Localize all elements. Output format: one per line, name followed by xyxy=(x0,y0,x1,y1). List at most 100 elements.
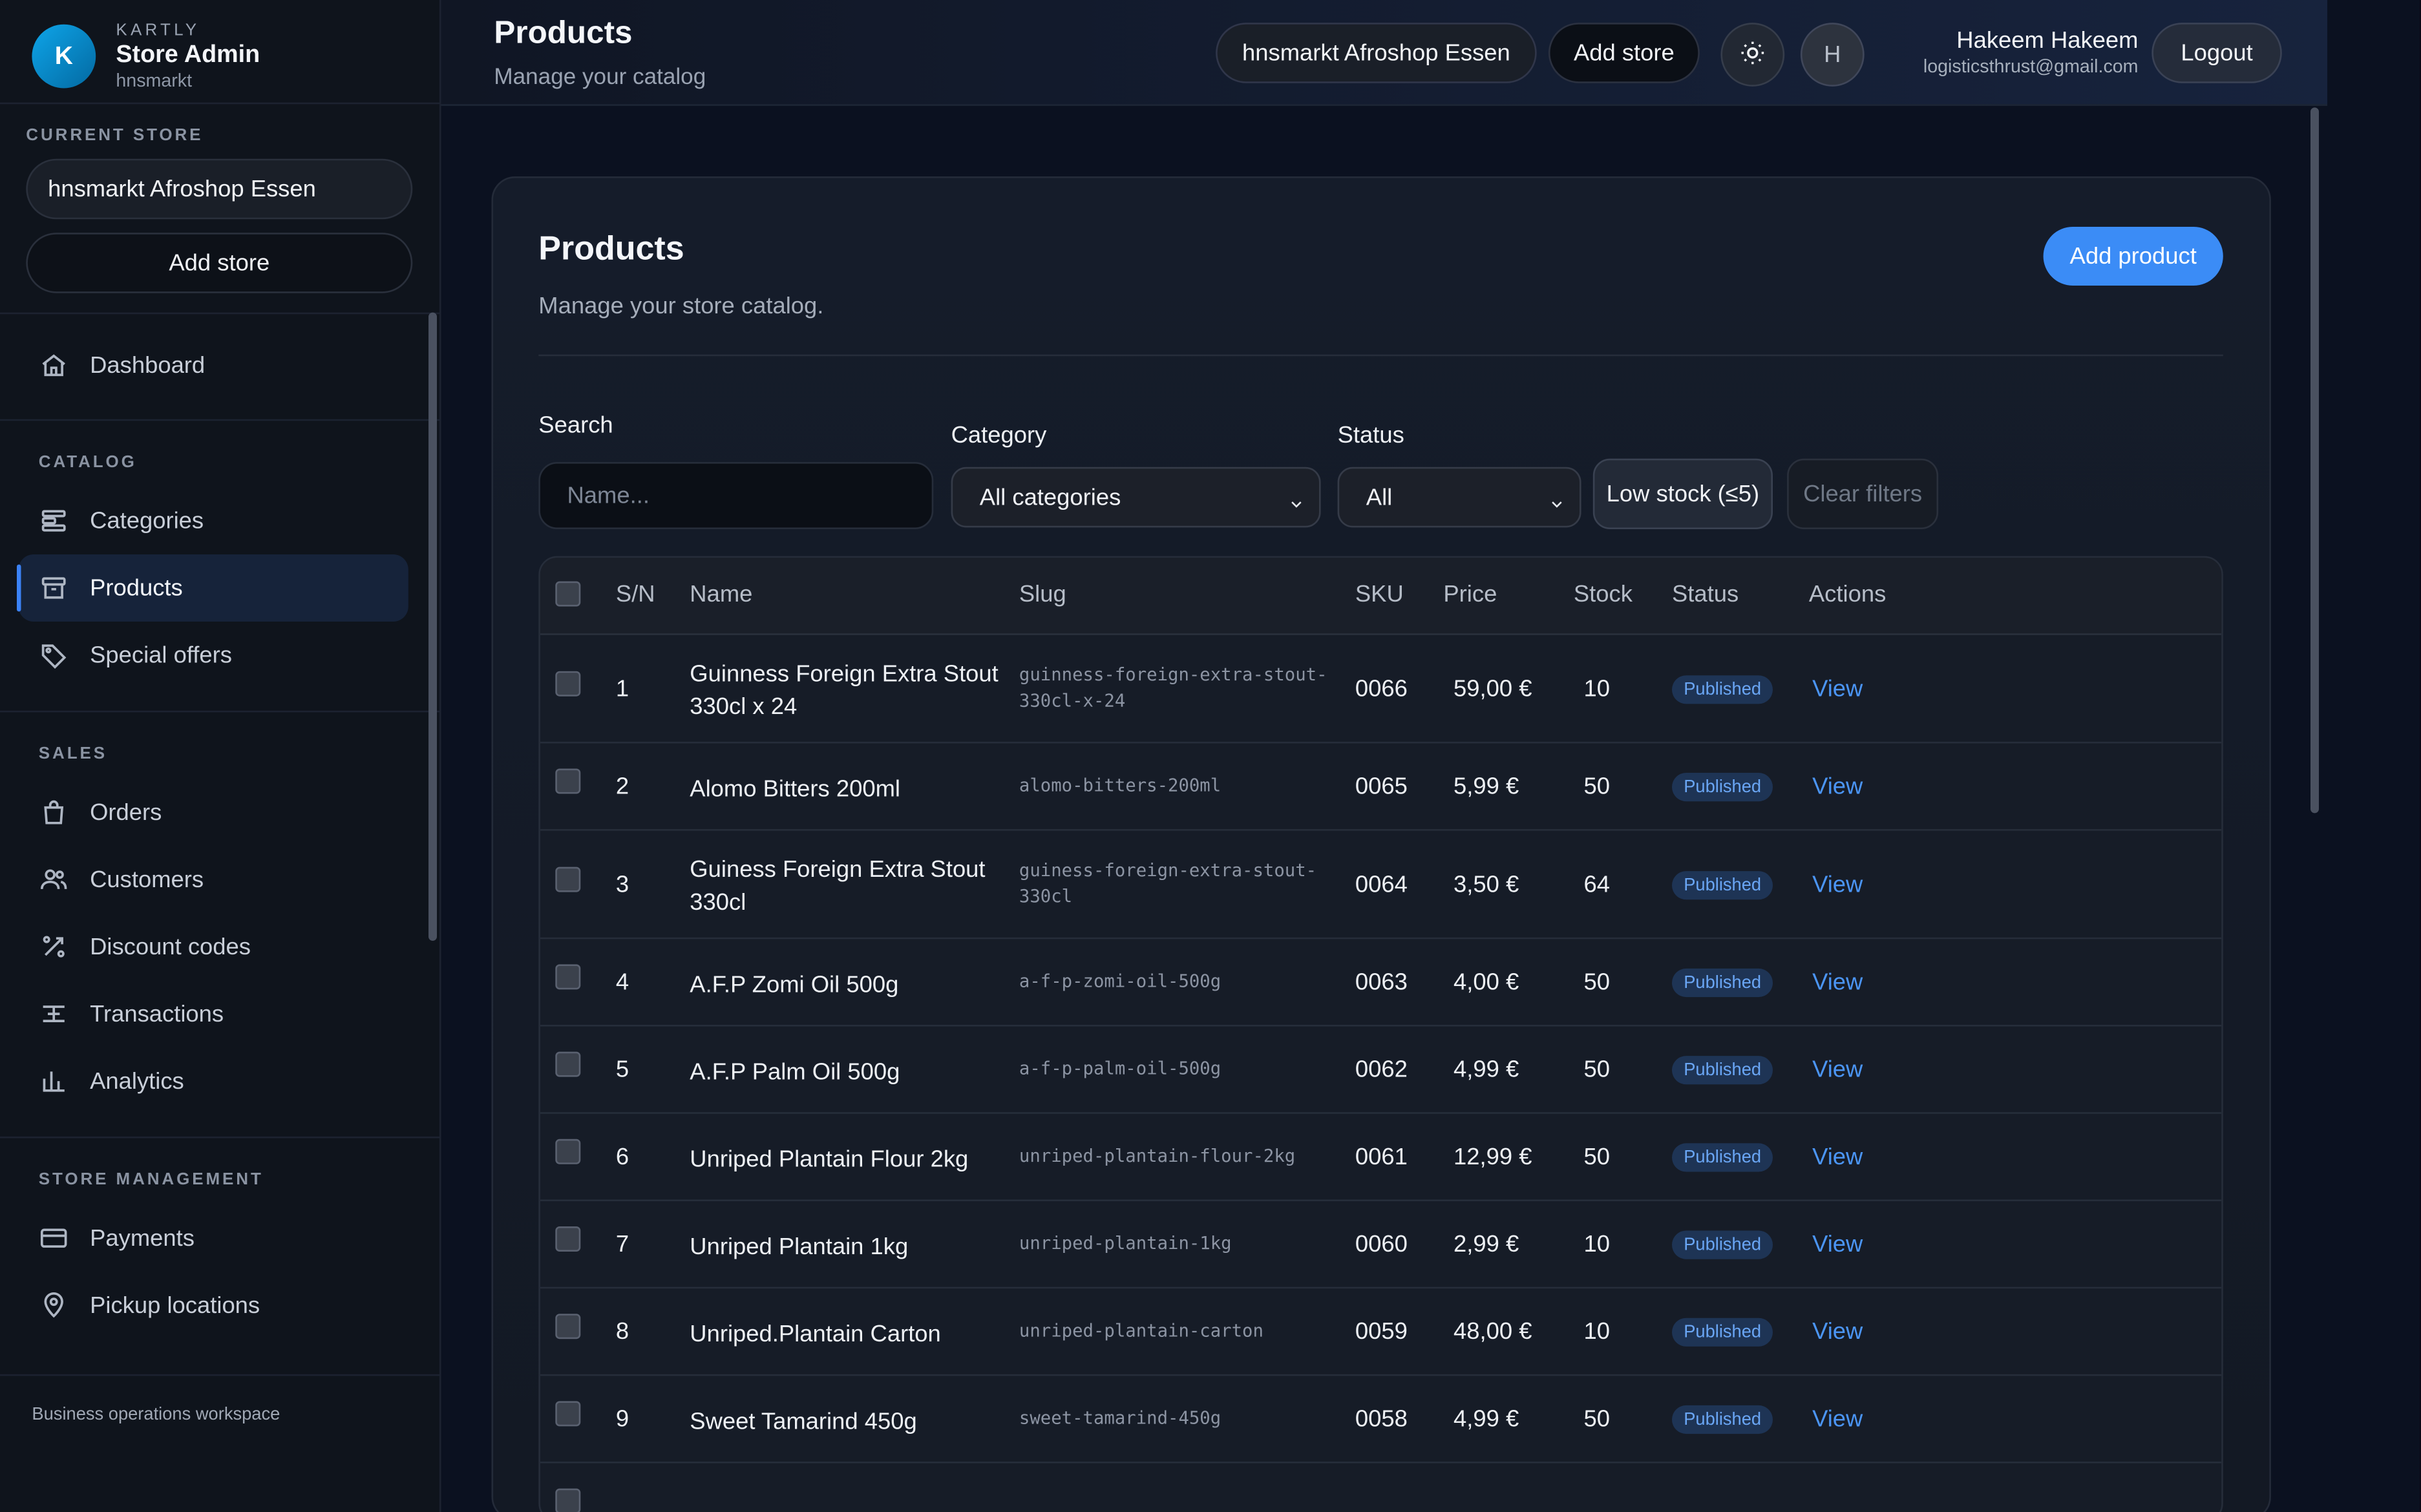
column-header-actions[interactable]: Actions xyxy=(1809,580,1886,607)
user-name: Hakeem Hakeem xyxy=(1956,26,2139,53)
row-checkbox[interactable] xyxy=(555,1051,581,1077)
view-link[interactable]: View xyxy=(1812,675,1863,702)
column-header-sn[interactable]: S/N xyxy=(616,580,655,607)
column-header-name[interactable]: Name xyxy=(690,580,752,607)
catalog-nav-list: Categories Products Special offers xyxy=(0,487,428,689)
row-checkbox[interactable] xyxy=(555,1139,581,1164)
sidebar-item-pickup-locations[interactable]: Pickup locations xyxy=(19,1272,408,1339)
row-checkbox[interactable] xyxy=(555,866,581,892)
status-select[interactable]: All xyxy=(1337,467,1581,528)
sidebar-item-orders[interactable]: Orders xyxy=(19,779,408,846)
view-link[interactable]: View xyxy=(1812,969,1863,996)
sidebar: K KARTLY Store Admin hnsmarkt CURRENT ST… xyxy=(0,0,441,1512)
column-header-stock[interactable]: Stock xyxy=(1574,580,1633,607)
sidebar-item-products[interactable]: Products xyxy=(16,554,408,622)
view-link[interactable]: View xyxy=(1812,773,1863,800)
current-store-select[interactable]: hnsmarkt Afroshop Essen xyxy=(26,158,413,220)
chevron-down-icon xyxy=(1549,490,1564,508)
sales-nav-list: Orders Customers Discount codes Transaction… xyxy=(0,779,428,1115)
table-row[interactable]: 4 A.F.P Zomi Oil 500g a-f-p-zomi-oil-500g 0… xyxy=(540,939,2222,1027)
add-product-button[interactable]: Add product xyxy=(2043,227,2223,286)
sidebar-item-special-offers[interactable]: Special offers xyxy=(19,622,408,689)
table-row[interactable] xyxy=(540,1464,2221,1512)
column-header-status[interactable]: Status xyxy=(1672,580,1739,607)
logout-button[interactable]: Logout xyxy=(2151,23,2282,83)
column-header-sku[interactable]: SKU xyxy=(1355,580,1404,607)
column-header-price[interactable]: Price xyxy=(1443,580,1497,607)
nav-section-sales: SALES xyxy=(38,744,107,763)
row-checkbox[interactable] xyxy=(555,964,581,990)
product-sku: 0061 xyxy=(1355,1143,1408,1170)
sidebar-item-categories[interactable]: Categories xyxy=(19,487,408,554)
clear-filters-button[interactable]: Clear filters xyxy=(1787,458,1939,529)
main-scrollbar[interactable] xyxy=(2310,107,2319,814)
table-row[interactable]: 1 Guinness Foreign Extra Stout 330cl x 24 g… xyxy=(540,635,2222,744)
table-row[interactable]: 6 Unriped Plantain Flour 2kg unriped-plant… xyxy=(540,1114,2222,1201)
row-checkbox[interactable] xyxy=(555,671,581,697)
row-serial: 5 xyxy=(615,1056,629,1082)
table-row[interactable]: 3 Guiness Foreign Extra Stout 330cl guiness… xyxy=(540,831,2222,940)
category-select[interactable]: All categories xyxy=(951,467,1321,528)
sidebar-footer: Business operations workspace xyxy=(32,1404,280,1424)
sidebar-item-analytics[interactable]: Analytics xyxy=(19,1047,408,1115)
nav-section-store-management: STORE MANAGEMENT xyxy=(38,1170,264,1189)
pin-icon xyxy=(39,1291,68,1319)
view-link[interactable]: View xyxy=(1812,1143,1863,1170)
sidebar-item-transactions[interactable]: Transactions xyxy=(19,980,408,1047)
sidebar-item-customers[interactable]: Customers xyxy=(19,846,408,913)
app-root: K KARTLY Store Admin hnsmarkt CURRENT ST… xyxy=(0,0,2420,1512)
table-row[interactable]: 7 Unriped Plantain 1kg unriped-plantain-1k… xyxy=(540,1201,2222,1289)
row-checkbox[interactable] xyxy=(555,1226,581,1252)
view-link[interactable]: View xyxy=(1812,1405,1863,1433)
product-name: Unriped Plantain 1kg xyxy=(690,1230,908,1263)
table-row[interactable]: 9 Sweet Tamarind 450g sweet-tamarind-450g 0… xyxy=(540,1376,2222,1464)
users-icon xyxy=(39,865,68,894)
brand[interactable]: K KARTLY Store Admin hnsmarkt xyxy=(32,19,260,94)
table-row[interactable]: 2 Alomo Bitters 200ml alomo-bitters-200ml 0… xyxy=(540,744,2222,831)
status-badge: Published xyxy=(1672,1318,1773,1347)
product-price: 59,00 € xyxy=(1454,675,1532,701)
view-link[interactable]: View xyxy=(1812,870,1863,898)
product-slug: sweet-tamarind-450g xyxy=(1019,1405,1221,1432)
product-slug-line: alomo-bitters-200ml xyxy=(1019,775,1221,796)
card-icon xyxy=(39,1224,68,1252)
select-all-checkbox[interactable] xyxy=(555,581,581,607)
store-nav-list: Payments Pickup locations xyxy=(0,1204,428,1339)
sidebar-divider xyxy=(0,102,441,105)
product-slug-line: unriped-plantain-carton xyxy=(1019,1320,1263,1341)
search-input[interactable]: Name... xyxy=(538,462,934,529)
product-slug: unriped-plantain-flour-2kg xyxy=(1019,1143,1295,1170)
row-checkbox[interactable] xyxy=(555,1401,581,1427)
product-price: 48,00 € xyxy=(1454,1318,1532,1344)
row-serial: 7 xyxy=(615,1230,629,1257)
category-label: Category xyxy=(951,421,1047,448)
view-link[interactable]: View xyxy=(1812,1056,1863,1083)
table-row[interactable]: 5 A.F.P Palm Oil 500g a-f-p-palm-oil-500g 0… xyxy=(540,1027,2222,1114)
sidebar-item-label: Transactions xyxy=(90,1000,224,1027)
table-row[interactable]: 8 Unriped.Plantain Carton unriped-plantain… xyxy=(540,1288,2222,1376)
sidebar-item-dashboard[interactable]: Dashboard xyxy=(19,332,408,399)
low-stock-button[interactable]: Low stock (≤5) xyxy=(1592,458,1773,529)
row-checkbox[interactable] xyxy=(555,1314,581,1339)
sidebar-item-discount-codes[interactable]: Discount codes xyxy=(19,913,408,980)
header-store-select[interactable]: hnsmarkt Afroshop Essen xyxy=(1216,23,1537,83)
row-checkbox[interactable] xyxy=(555,1488,581,1512)
category-select-value: All categories xyxy=(979,483,1121,510)
product-sku: 0066 xyxy=(1355,675,1408,701)
categories-icon xyxy=(39,507,68,535)
top-header: Products Manage your catalog hnsmarkt Af… xyxy=(441,0,2327,106)
sidebar-item-payments[interactable]: Payments xyxy=(19,1204,408,1272)
sidebar-add-store-button[interactable]: Add store xyxy=(26,233,413,293)
user-avatar[interactable]: H xyxy=(1800,23,1865,87)
theme-toggle-button[interactable] xyxy=(1720,23,1785,87)
status-badge: Published xyxy=(1672,1230,1773,1259)
product-stock: 50 xyxy=(1583,773,1611,799)
product-name-line: Unriped Plantain 1kg xyxy=(690,1233,909,1259)
sidebar-scrollbar[interactable] xyxy=(428,312,437,941)
header-add-store-button[interactable]: Add store xyxy=(1548,23,1700,83)
column-header-slug[interactable]: Slug xyxy=(1019,580,1066,607)
view-link[interactable]: View xyxy=(1812,1230,1863,1257)
product-sku: 0060 xyxy=(1355,1230,1408,1257)
row-checkbox[interactable] xyxy=(555,768,581,794)
view-link[interactable]: View xyxy=(1812,1318,1863,1345)
